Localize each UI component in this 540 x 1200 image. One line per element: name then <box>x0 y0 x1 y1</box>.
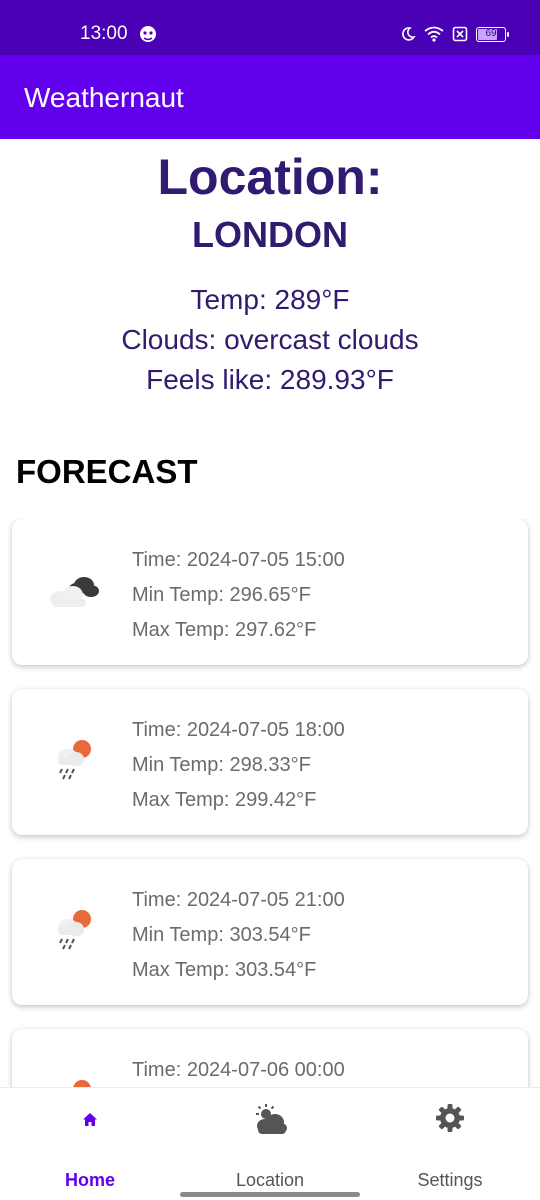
forecast-min-temp: Min Temp: 303.54°F <box>132 924 311 946</box>
location-city: LONDON <box>192 214 348 255</box>
nav-label-home: Home <box>64 1170 115 1190</box>
forecast-time: Time: 2024-07-05 15:00 <box>132 549 345 571</box>
nav-location[interactable]: Location <box>180 1088 360 1200</box>
current-clouds: Clouds: overcast clouds <box>121 324 419 355</box>
forecast-card[interactable]: Time: 2024-07-05 21:00 Min Temp: 303.54°… <box>12 859 528 1005</box>
status-bar: 13:00 69 <box>0 0 540 55</box>
rain-sun-icon <box>73 1080 91 1087</box>
current-weather: Location: LONDON Temp: 289°F Clouds: ove… <box>0 139 540 400</box>
partly-cloudy-icon <box>256 1104 287 1134</box>
forecast-list[interactable]: Time: 2024-07-05 15:00 Min Temp: 296.65°… <box>0 519 540 1087</box>
forecast-min-temp: Min Temp: 298.33°F <box>132 754 311 776</box>
status-icons: 69 <box>400 24 509 44</box>
gesture-handle[interactable] <box>180 1192 360 1197</box>
forecast-card[interactable]: Time: 2024-07-05 15:00 Min Temp: 296.65°… <box>12 519 528 665</box>
forecast-min-temp: Min Temp: 296.65°F <box>132 584 311 606</box>
screen: 13:00 69 Weathernaut Location: LONDON Te… <box>0 0 540 1200</box>
home-icon <box>83 1113 97 1126</box>
battery-icon: 69 <box>476 26 509 42</box>
rain-sun-icon <box>58 910 91 950</box>
moon-icon <box>402 27 416 41</box>
forecast-time: Time: 2024-07-05 18:00 <box>132 719 345 741</box>
notification-app-icon <box>140 26 156 42</box>
no-sim-icon <box>452 26 468 42</box>
current-temp: Temp: 289°F <box>190 284 350 315</box>
app-title: Weathernaut <box>24 82 184 113</box>
forecast-time: Time: 2024-07-06 00:00 <box>132 1059 345 1081</box>
battery-level: 69 <box>485 28 497 39</box>
rain-sun-icon <box>58 740 91 780</box>
nav-label-location: Location <box>235 1170 305 1190</box>
forecast-card[interactable]: Time: 2024-07-06 00:00 <box>12 1029 528 1087</box>
forecast-time: Time: 2024-07-05 21:00 <box>132 889 345 911</box>
forecast-title: FORECAST <box>16 453 198 490</box>
location-heading: Location: <box>157 149 383 205</box>
current-feels-like: Feels like: 289.93°F <box>146 364 394 395</box>
forecast-max-temp: Max Temp: 303.54°F <box>132 959 317 981</box>
nav-home[interactable]: Home <box>0 1088 180 1200</box>
status-time: 13:00 <box>80 23 128 44</box>
forecast-max-temp: Max Temp: 297.62°F <box>132 619 317 641</box>
bottom-navigation: Home Location Settings <box>0 1087 540 1200</box>
broken-clouds-icon <box>50 577 99 607</box>
app-bar: Weathernaut <box>0 55 540 139</box>
nav-settings[interactable]: Settings <box>360 1088 540 1200</box>
forecast-max-temp: Max Temp: 299.42°F <box>132 789 317 811</box>
forecast-card[interactable]: Time: 2024-07-05 18:00 Min Temp: 298.33°… <box>12 689 528 835</box>
wifi-icon <box>424 26 444 42</box>
gear-icon <box>436 1104 464 1132</box>
nav-label-settings: Settings <box>417 1170 483 1190</box>
